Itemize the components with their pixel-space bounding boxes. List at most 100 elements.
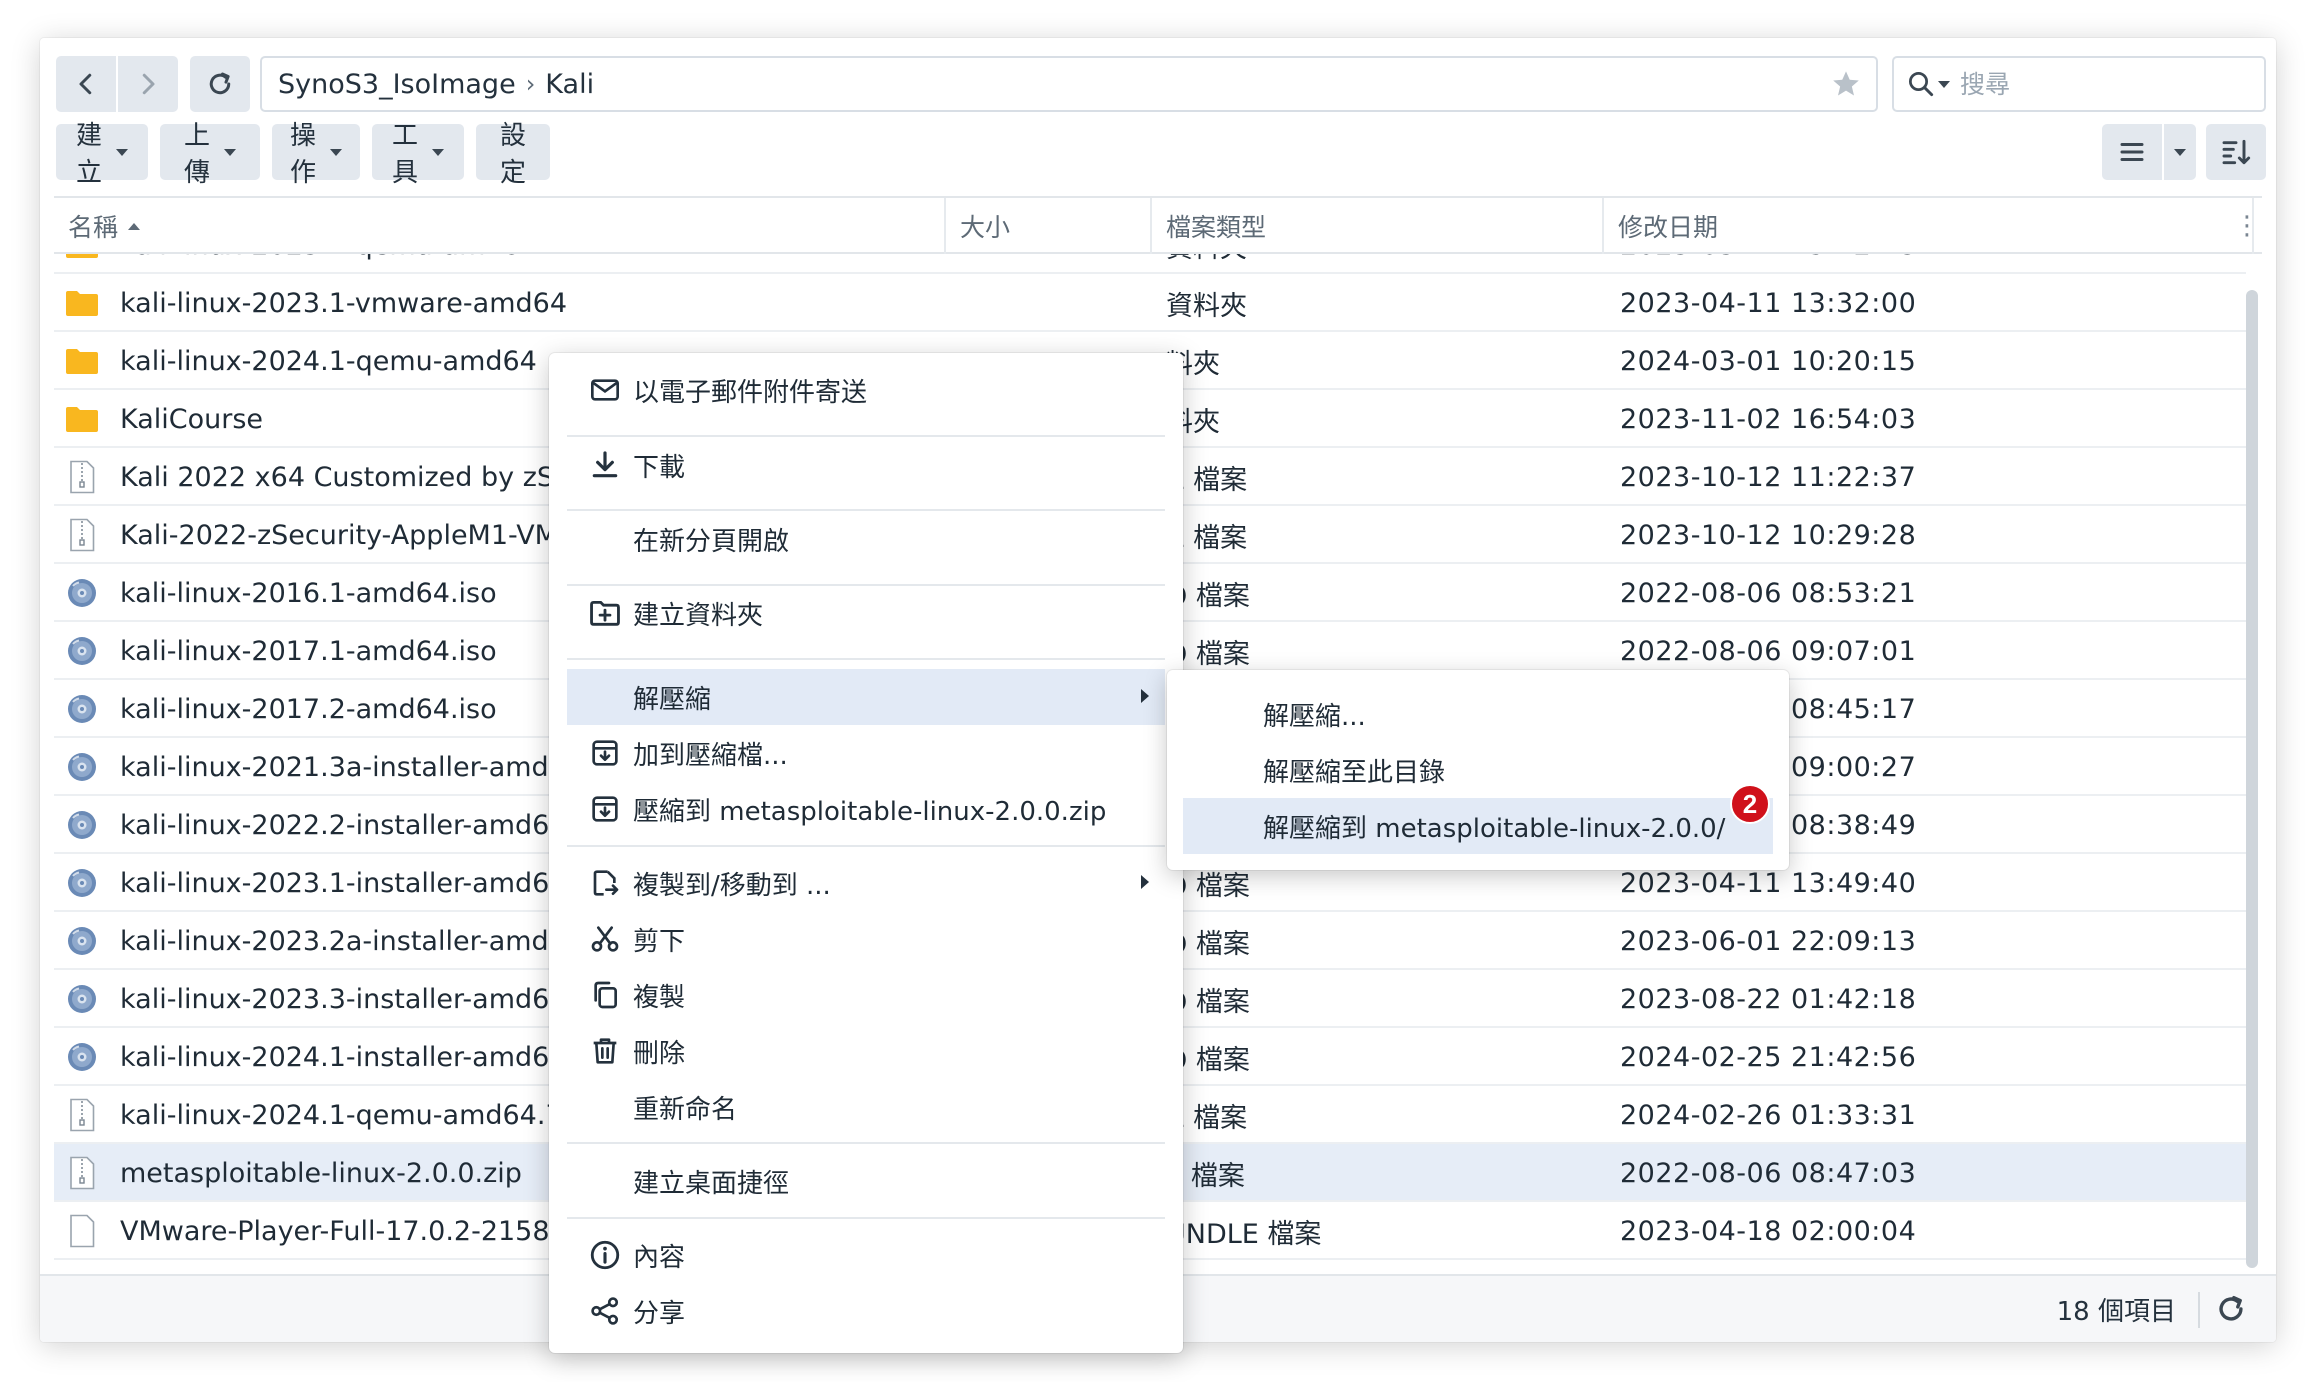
upload-button[interactable]: 上傳: [160, 121, 260, 188]
column-size-header[interactable]: 大小: [946, 198, 1152, 254]
menu-item-delete[interactable]: 刪除: [567, 1023, 1165, 1079]
menu-item-create-shortcut[interactable]: 建立桌面捷徑: [567, 1153, 1165, 1209]
table-row[interactable]: kali-linux-2023.1-vmware-amd64 資料夾 2023-04…: [54, 274, 2246, 332]
menu-item-label: 內容: [633, 1242, 686, 1273]
chevron-down-icon: [224, 148, 237, 156]
zip-file-icon: [62, 1086, 102, 1144]
list-view-icon: [2120, 143, 2144, 161]
back-button[interactable]: [56, 56, 116, 112]
file-date: 2022-08-06 08:47:03: [1620, 1157, 1917, 1189]
menu-item-label: 建立資料夾: [633, 600, 764, 631]
menu-item-label: 刪除: [633, 1038, 686, 1069]
menu-item-properties[interactable]: 內容: [567, 1227, 1165, 1283]
column-options-more-icon[interactable]: ⋮: [2232, 198, 2262, 254]
settings-button[interactable]: 設定: [476, 121, 550, 188]
search-box[interactable]: [1892, 56, 2266, 112]
menu-divider: [567, 1142, 1165, 1144]
menu-item-email[interactable]: 以電子郵件附件寄送: [567, 362, 1165, 418]
file-type: P 檔案: [1166, 1160, 1245, 1192]
chevron-down-icon: [2174, 148, 2186, 156]
submenu-item-extract-here[interactable]: 解壓縮至此目錄: [1183, 742, 1773, 798]
folder-icon: [62, 274, 102, 332]
settings-label: 設定: [500, 121, 527, 188]
file-type: 資料夾: [1166, 290, 1247, 322]
mail-icon: [587, 372, 623, 408]
disc-image-icon: [62, 1028, 102, 1086]
table-row[interactable]: kali-linux-2023.1-qemu-amd64 資料夾 2023-03…: [54, 254, 2246, 274]
menu-item-copy[interactable]: 複製: [567, 967, 1165, 1023]
path-current[interactable]: Kali: [545, 69, 594, 100]
tools-button[interactable]: 工具: [372, 121, 464, 188]
sort-ascending-icon: [128, 222, 141, 230]
path-bar[interactable]: SynoS3_IsoImage › Kali: [260, 56, 1878, 112]
vertical-scrollbar[interactable]: [2246, 290, 2258, 1268]
action-button[interactable]: 操作: [272, 121, 360, 188]
column-type-label: 檔案類型: [1166, 213, 1267, 242]
list-view-button[interactable]: [2102, 124, 2162, 180]
chevron-left-icon: [79, 73, 92, 95]
favorite-star-icon[interactable]: [1830, 68, 1862, 100]
menu-item-add-to-archive[interactable]: 加到壓縮檔...: [567, 725, 1165, 781]
chevron-right-icon: [142, 73, 155, 95]
folder-icon: [62, 332, 102, 390]
file-date: 2023-08-22 01:42:18: [1620, 983, 1917, 1015]
create-button[interactable]: 建立: [56, 121, 148, 188]
column-date-header[interactable]: 修改日期: [1604, 198, 2254, 254]
disc-image-icon: [62, 622, 102, 680]
menu-item-compress-to[interactable]: 壓縮到 metasploitable-linux-2.0.0.zip: [567, 781, 1165, 837]
submenu-item-extract-dialog[interactable]: 解壓縮...: [1183, 686, 1773, 742]
table-header: 名稱 大小 檔案類型 修改日期 ⋮: [54, 196, 2262, 254]
column-type-header[interactable]: 檔案類型: [1152, 198, 1604, 254]
sort-button[interactable]: [2206, 124, 2266, 180]
copy-move-icon: [587, 865, 623, 901]
menu-item-download[interactable]: 下載: [567, 437, 1165, 493]
share-icon: [587, 1293, 623, 1329]
file-date: 2024-02-26 01:33:31: [1620, 1099, 1917, 1131]
file-name: kali-linux-2023.1-vmware-amd64: [120, 287, 568, 319]
search-icon[interactable]: [1906, 69, 1936, 99]
menu-item-label: 剪下: [633, 926, 686, 957]
search-input[interactable]: [1960, 69, 2200, 99]
view-options-button[interactable]: [2164, 124, 2196, 180]
menu-item-label: 在新分頁開啟: [633, 526, 790, 557]
refresh-button[interactable]: [190, 56, 250, 112]
file-date: 2024-03-01 10:20:15: [1620, 345, 1917, 377]
folder-icon: [62, 390, 102, 448]
column-size-label: 大小: [960, 213, 1011, 242]
extract-submenu: 解壓縮... 解壓縮至此目錄 解壓縮到 metasploitable-linux…: [1167, 670, 1789, 870]
context-menu: 以電子郵件附件寄送 下載 在新分頁開啟 建立資料夾 解壓縮 加到壓縮檔... 壓…: [549, 353, 1183, 1353]
menu-item-create-folder[interactable]: 建立資料夾: [567, 585, 1165, 641]
archive-icon: [587, 735, 623, 771]
forward-button[interactable]: [118, 56, 178, 112]
menu-item-open-new-tab[interactable]: 在新分頁開啟: [567, 511, 1165, 567]
upload-label: 上傳: [184, 121, 211, 188]
submenu-item-extract-to-folder[interactable]: 解壓縮到 metasploitable-linux-2.0.0/: [1183, 798, 1773, 854]
file-date: 2023-06-01 22:09:13: [1620, 925, 1917, 957]
menu-item-share[interactable]: 分享: [567, 1283, 1165, 1339]
menu-item-label: 加到壓縮檔...: [633, 740, 788, 771]
action-label: 操作: [290, 121, 317, 188]
tools-label: 工具: [392, 121, 419, 188]
file-type: O 檔案: [1166, 928, 1250, 960]
create-label: 建立: [76, 121, 103, 188]
menu-item-label: 解壓縮: [633, 684, 712, 715]
chevron-down-icon: [432, 148, 445, 156]
column-date-label: 修改日期: [1618, 213, 1719, 242]
menu-item-rename[interactable]: 重新命名: [567, 1079, 1165, 1135]
menu-item-cut[interactable]: 剪下: [567, 911, 1165, 967]
menu-item-copy-move[interactable]: 複製到/移動到 ...: [567, 855, 1165, 911]
trash-icon: [587, 1033, 623, 1069]
step-badge-2: 2: [1730, 784, 1770, 824]
status-refresh-icon[interactable]: [2214, 1292, 2248, 1326]
toolbar: 建立 上傳 操作 工具 設定: [56, 121, 550, 188]
column-name-header[interactable]: 名稱: [54, 198, 946, 254]
disc-image-icon: [62, 738, 102, 796]
copy-icon: [587, 977, 623, 1013]
file-type: O 檔案: [1166, 580, 1250, 612]
path-root[interactable]: SynoS3_IsoImage: [278, 69, 516, 100]
file-type: 料夾: [1166, 406, 1220, 438]
menu-item-extract[interactable]: 解壓縮: [567, 669, 1165, 725]
menu-item-label: 複製: [633, 982, 686, 1013]
submenu-arrow-icon: [1141, 689, 1149, 703]
search-options-chevron-down-icon[interactable]: [1938, 80, 1950, 88]
